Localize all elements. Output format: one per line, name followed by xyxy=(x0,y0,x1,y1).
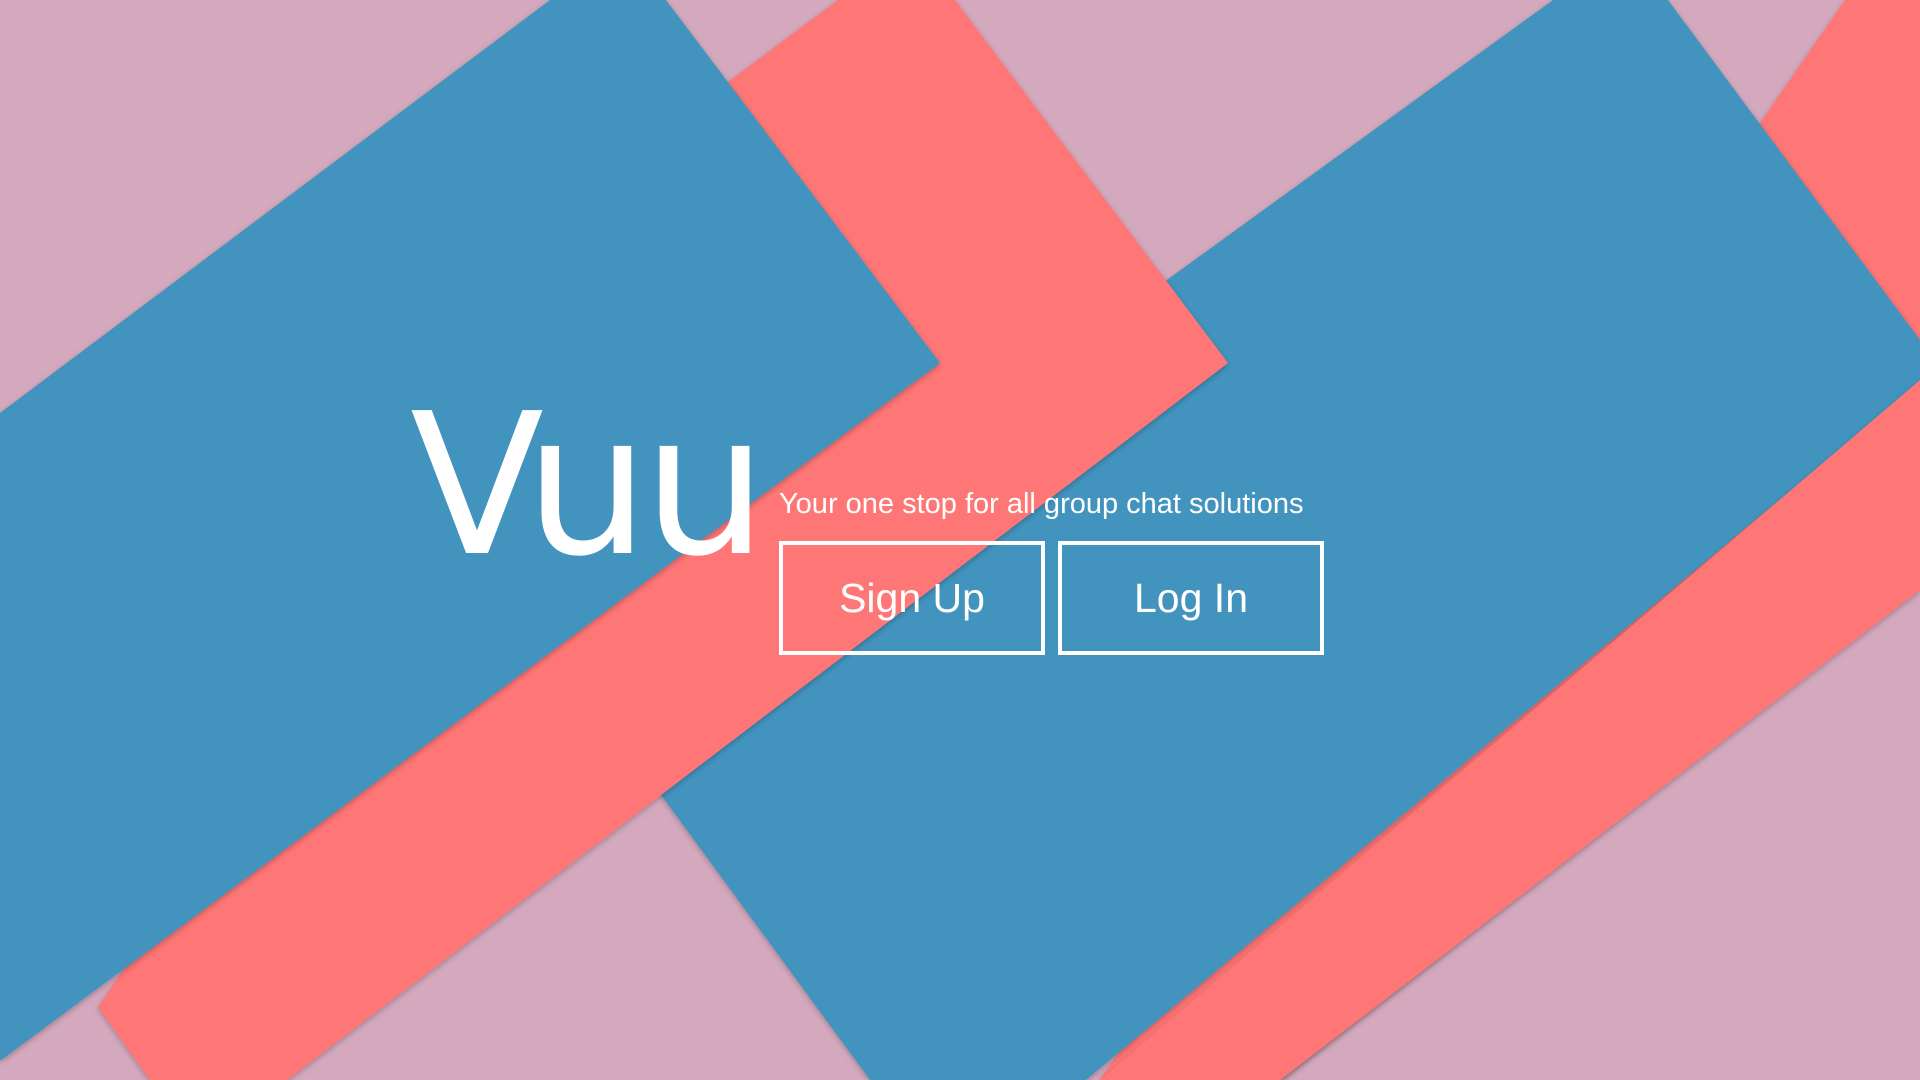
tagline: Your one stop for all group chat solutio… xyxy=(779,488,1304,520)
log-in-button[interactable]: Log In xyxy=(1058,541,1324,655)
brand-logo: Vuu xyxy=(410,372,767,600)
landing-page: Vuu Your one stop for all group chat sol… xyxy=(0,0,1920,1080)
sign-up-button[interactable]: Sign Up xyxy=(779,541,1045,655)
hero: Vuu Your one stop for all group chat sol… xyxy=(0,0,1920,1080)
